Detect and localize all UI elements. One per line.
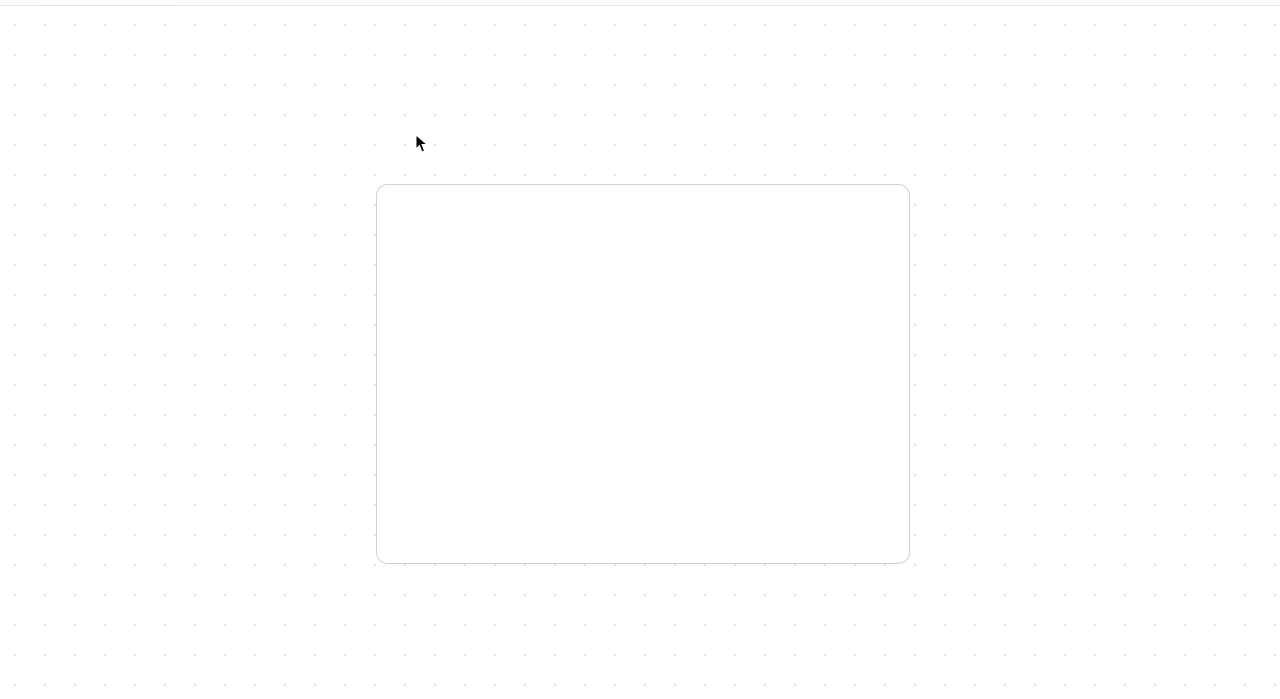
canvas-frame[interactable] xyxy=(376,184,910,564)
mouse-cursor xyxy=(415,134,429,154)
design-canvas[interactable] xyxy=(0,6,1280,699)
